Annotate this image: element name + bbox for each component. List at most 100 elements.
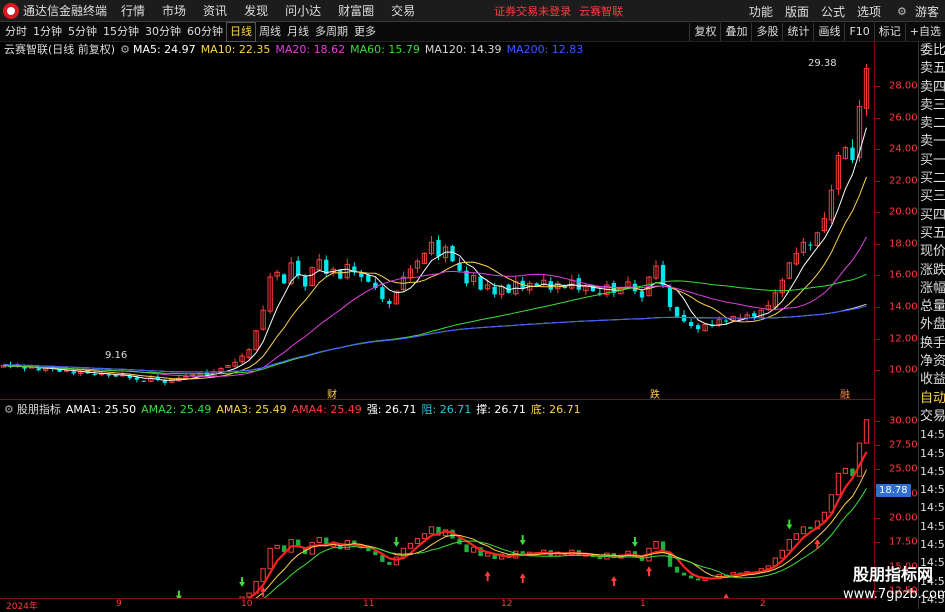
candle-body <box>36 368 41 371</box>
menu-options[interactable]: 选项 <box>857 3 881 20</box>
side-panel-item[interactable]: 14:56 <box>919 481 945 499</box>
period-tab[interactable]: 月线 <box>284 23 312 41</box>
side-panel-item[interactable]: 卖三 <box>919 97 945 115</box>
side-panel-item[interactable]: 买二 <box>919 170 945 188</box>
side-panel-item[interactable]: 自动 <box>919 390 945 408</box>
down-arrow-icon <box>175 590 182 598</box>
tool-overlay-button[interactable]: 叠加 <box>720 23 751 41</box>
tool-adjust-button[interactable]: 复权 <box>689 23 720 41</box>
side-panel-item[interactable]: 换手 <box>919 335 945 353</box>
side-panel-item[interactable]: 买四 <box>919 207 945 225</box>
side-panel-item[interactable]: 14:56 <box>919 536 945 554</box>
stock-notice: 云赛智联 <box>579 4 624 18</box>
settings-icon[interactable]: ⚙ <box>893 2 911 20</box>
period-tab[interactable]: 60分钟 <box>184 23 226 41</box>
login-notice[interactable]: 证券交易未登录 <box>494 3 571 19</box>
candle-body <box>436 240 441 257</box>
side-panel-item[interactable]: 14:56 <box>919 518 945 536</box>
date-label: 9 <box>116 599 122 609</box>
period-tab[interactable]: 30分钟 <box>142 23 184 41</box>
side-panel-item[interactable]: 卖五 <box>919 60 945 78</box>
sub-axis-label: 27.50 <box>889 439 918 451</box>
sub-bar <box>260 568 266 582</box>
sub-bar <box>428 526 435 535</box>
main-candles <box>0 64 870 386</box>
marker-die[interactable]: 跌 <box>650 386 660 401</box>
candle-body <box>338 270 343 279</box>
menu-market[interactable]: 市场 <box>162 2 186 19</box>
up-arrow-icon <box>814 539 821 550</box>
period-tab-daily[interactable]: 日线 <box>226 22 256 42</box>
current-value-badge: 18.78 <box>876 484 911 497</box>
sub-axis-label: 30.00 <box>889 415 918 427</box>
axis-tick <box>875 542 880 544</box>
price-axis-label: 22.00 <box>889 175 918 187</box>
period-tab[interactable]: 1分钟 <box>30 23 65 41</box>
side-panel-item[interactable]: 卖二 <box>919 115 945 133</box>
side-panel-item[interactable]: 14:56 <box>919 426 945 444</box>
sub-bar <box>366 548 371 552</box>
marker-cai[interactable]: 财 <box>327 386 337 401</box>
sub-bar <box>800 526 807 535</box>
candle-body <box>106 374 111 376</box>
side-panel-item[interactable]: 卖四 <box>919 79 945 97</box>
period-tab-more[interactable]: 更多 <box>351 23 379 41</box>
candle-body <box>387 300 392 304</box>
period-tab[interactable]: 多周期 <box>312 23 351 41</box>
add-watchlist-button[interactable]: +自选 <box>904 23 945 41</box>
side-panel-item[interactable]: 14:56 <box>919 463 945 481</box>
sub-bar <box>414 538 421 544</box>
side-panel-item[interactable]: 14:56 <box>919 499 945 517</box>
period-tab[interactable]: 15分钟 <box>100 23 142 41</box>
up-arrow-icon <box>610 576 617 587</box>
sub-indicator-bars <box>239 419 870 598</box>
sub-bar <box>316 537 322 543</box>
candle-body <box>71 371 76 374</box>
menu-trade[interactable]: 交易 <box>391 2 415 19</box>
side-panel-item[interactable]: 净资 <box>919 353 945 371</box>
stock-title[interactable]: 云赛智联(日线 前复权) <box>4 41 115 57</box>
menu-quotes[interactable]: 行情 <box>121 2 145 19</box>
menu-wealth[interactable]: 财富圈 <box>338 2 374 19</box>
settings-icon[interactable]: ⚙ <box>120 43 130 56</box>
period-tab[interactable]: 周线 <box>256 23 284 41</box>
side-panel-item[interactable]: 总量 <box>919 298 945 316</box>
candle-body <box>281 274 287 284</box>
marker-ci[interactable]: 融 <box>840 386 850 401</box>
side-panel-item[interactable]: 外盘 <box>919 316 945 334</box>
side-panel-item[interactable]: 买三 <box>919 188 945 206</box>
menu-news[interactable]: 资讯 <box>203 2 227 19</box>
period-tab[interactable]: 5分钟 <box>65 23 100 41</box>
tool-f10-button[interactable]: F10 <box>844 23 873 41</box>
tool-mark-button[interactable]: 标记 <box>873 23 905 41</box>
menu-layout[interactable]: 版面 <box>785 3 809 20</box>
tool-multi-button[interactable]: 多股 <box>751 23 782 41</box>
side-panel-item[interactable]: 涨跌 <box>919 262 945 280</box>
axis-tick <box>875 370 880 372</box>
axis-tick <box>875 307 880 309</box>
up-arrow-icon <box>484 571 491 582</box>
price-axis-label: 24.00 <box>889 143 918 155</box>
side-panel-item[interactable]: 委比 <box>919 42 945 60</box>
side-panel-item[interactable]: 14:56 <box>919 445 945 463</box>
side-panel-item[interactable]: 收益 <box>919 371 945 389</box>
menu-assistant[interactable]: 问小达 <box>285 2 321 19</box>
right-menu: 功能 版面 公式 选项 ⚙ 游客 <box>749 0 945 22</box>
kline-chart[interactable] <box>0 56 874 598</box>
menu-formula[interactable]: 公式 <box>821 3 845 20</box>
menu-function[interactable]: 功能 <box>749 3 773 20</box>
side-panel-item[interactable]: 买五 <box>919 225 945 243</box>
guest-user[interactable]: 游客 <box>915 3 939 20</box>
side-panel-item[interactable]: 卖一 <box>919 133 945 151</box>
side-panel-item[interactable]: 现价 <box>919 243 945 261</box>
menu-discover[interactable]: 发现 <box>244 2 268 19</box>
side-panel-item[interactable]: 交易 <box>919 408 945 426</box>
tool-draw-button[interactable]: 画线 <box>813 23 844 41</box>
period-tab[interactable]: 分时 <box>2 23 30 41</box>
candle-body <box>457 263 462 271</box>
axis-tick <box>875 117 880 119</box>
side-panel-item[interactable]: 涨幅 <box>919 280 945 298</box>
tool-stats-button[interactable]: 统计 <box>782 23 813 41</box>
side-panel-item[interactable]: 买一 <box>919 152 945 170</box>
date-label: 11 <box>363 599 375 609</box>
